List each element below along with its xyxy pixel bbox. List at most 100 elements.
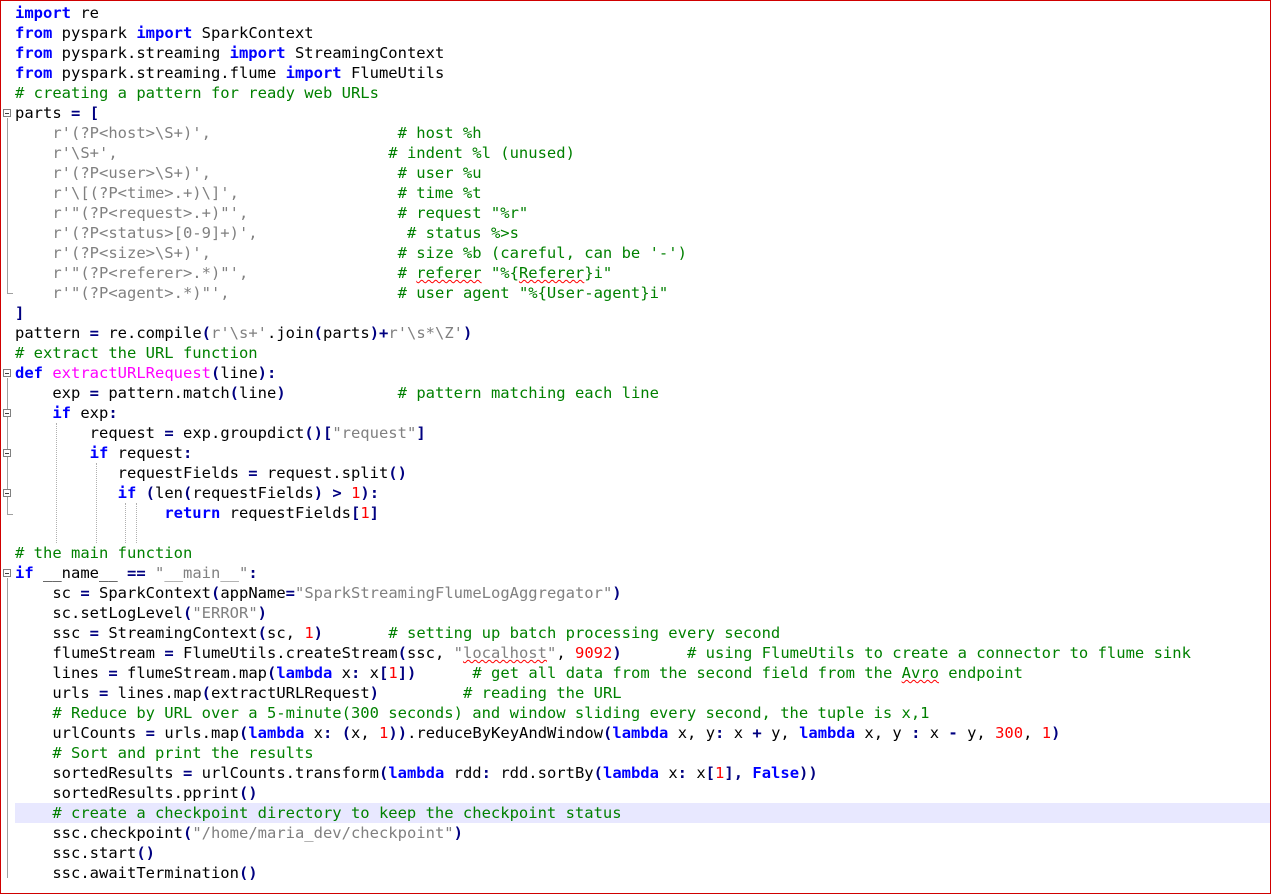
code-line[interactable]: from pyspark import SparkContext bbox=[15, 23, 1270, 43]
code-token: re bbox=[71, 4, 99, 22]
code-line[interactable]: return requestFields[1] bbox=[15, 503, 1270, 523]
fold-toggle-icon[interactable] bbox=[3, 449, 11, 457]
code-token: x bbox=[658, 764, 678, 782]
code-token: x bbox=[360, 664, 380, 682]
code-line[interactable]: r'\S+', # indent %l (unused) bbox=[15, 143, 1270, 163]
comment-token: # indent %l (unused) bbox=[388, 144, 575, 162]
code-token: .join bbox=[267, 324, 314, 342]
fold-toggle-icon[interactable] bbox=[3, 369, 11, 377]
operator-token: ) bbox=[453, 824, 463, 842]
code-line[interactable]: parts = [ bbox=[15, 103, 1270, 123]
misspelled-word: referer bbox=[416, 264, 482, 282]
operator-token: ) bbox=[276, 384, 286, 402]
code-token: requestFields bbox=[15, 464, 249, 482]
fold-toggle-icon[interactable] bbox=[3, 569, 11, 577]
code-line[interactable]: urls = lines.map(extractURLRequest) # re… bbox=[15, 683, 1270, 703]
code-token: requestFields bbox=[220, 504, 351, 522]
code-line[interactable]: r'(?P<host>\S+)', # host %h bbox=[15, 123, 1270, 143]
code-line[interactable]: sc = SparkContext(appName="SparkStreamin… bbox=[15, 583, 1270, 603]
code-line[interactable]: # extract the URL function bbox=[15, 343, 1270, 363]
code-line[interactable]: r'(?P<user>\S+)', # user %u bbox=[15, 163, 1270, 183]
comment-token: # create a checkpoint directory to keep … bbox=[52, 804, 622, 822]
code-line[interactable]: if request: bbox=[15, 443, 1270, 463]
code-line[interactable]: ] bbox=[15, 303, 1270, 323]
code-line[interactable]: # the main function bbox=[15, 543, 1270, 563]
code-line[interactable]: r'(?P<status>[0-9]+)', # status %>s bbox=[15, 223, 1270, 243]
operator-token: == bbox=[127, 564, 146, 582]
code-line[interactable]: ssc = StreamingContext(sc, 1) # setting … bbox=[15, 623, 1270, 643]
code-line[interactable]: r'"(?P<referer>.*)"', # referer "%{Refer… bbox=[15, 263, 1270, 283]
code-line[interactable]: sc.setLogLevel("ERROR") bbox=[15, 603, 1270, 623]
code-line[interactable]: request = exp.groupdict()["request"] bbox=[15, 423, 1270, 443]
code-line[interactable]: r'(?P<size>\S+)', # size %b (careful, ca… bbox=[15, 243, 1270, 263]
operator-token: : bbox=[677, 764, 687, 782]
fold-toggle-icon[interactable] bbox=[3, 109, 11, 117]
keyword-token: import bbox=[229, 44, 286, 62]
code-line[interactable]: if (len(requestFields) > 1): bbox=[15, 483, 1270, 503]
code-line[interactable]: # creating a pattern for ready web URLs bbox=[15, 83, 1270, 103]
code-token: y, bbox=[957, 724, 996, 742]
code-line[interactable]: # Reduce by URL over a 5-minute(300 seco… bbox=[15, 703, 1270, 723]
fold-end-marker bbox=[7, 514, 13, 515]
code-line[interactable] bbox=[15, 523, 1270, 543]
code-line[interactable]: if exp: bbox=[15, 403, 1270, 423]
operator-token: : bbox=[715, 724, 725, 742]
code-area[interactable]: import re from pyspark import SparkContex… bbox=[15, 3, 1270, 883]
code-token: requestFields bbox=[192, 484, 314, 502]
code-line[interactable]: requestFields = request.split() bbox=[15, 463, 1270, 483]
code-line[interactable]: lines = flumeStream.map(lambda x: x[1]) … bbox=[15, 663, 1270, 683]
code-editor[interactable]: import re from pyspark import SparkContex… bbox=[0, 0, 1271, 894]
comment-token: # status %>s bbox=[406, 224, 519, 242]
operator-token: ( bbox=[211, 584, 221, 602]
operator-token: = bbox=[285, 584, 296, 602]
code-line[interactable]: flumeStream = FlumeUtils.createStream(ss… bbox=[15, 643, 1270, 663]
string-token: "ERROR" bbox=[192, 604, 258, 622]
code-line[interactable]: from pyspark.streaming import StreamingC… bbox=[15, 43, 1270, 63]
string-token: r'(?P<size>\S+)', bbox=[52, 244, 211, 262]
code-line[interactable]: # create a checkpoint directory to keep … bbox=[15, 803, 1270, 823]
operator-token: ( bbox=[266, 664, 277, 682]
code-line[interactable]: # Sort and print the results bbox=[15, 743, 1270, 763]
operator-token: () bbox=[388, 464, 407, 482]
operator-token: ) bbox=[463, 324, 473, 342]
code-line[interactable]: ssc.start() bbox=[15, 843, 1270, 863]
keyword-token: lambda bbox=[276, 664, 333, 682]
operator-token: ( bbox=[593, 764, 603, 782]
string-token: r'(?P<user>\S+)', bbox=[52, 164, 211, 182]
string-token: r'(?P<status>[0-9]+)', bbox=[52, 224, 258, 242]
keyword-token: if bbox=[52, 404, 71, 422]
code-line[interactable]: ssc.checkpoint("/home/maria_dev/checkpoi… bbox=[15, 823, 1270, 843]
code-line[interactable]: exp = pattern.match(line) # pattern matc… bbox=[15, 383, 1270, 403]
fold-toggle-icon[interactable] bbox=[3, 489, 11, 497]
code-line[interactable]: r'\[(?P<time>.+)\]', # time %t bbox=[15, 183, 1270, 203]
code-line[interactable]: pattern = re.compile(r'\s+'.join(parts)+… bbox=[15, 323, 1270, 343]
code-line[interactable]: if __name__ == "__main__": bbox=[15, 563, 1270, 583]
operator-token: = bbox=[182, 764, 193, 782]
keyword-token: if bbox=[89, 444, 109, 462]
code-line[interactable]: import re bbox=[15, 3, 1270, 23]
code-line[interactable]: r'"(?P<agent>.*)"', # user agent "%{User… bbox=[15, 283, 1270, 303]
fold-toggle-icon[interactable] bbox=[3, 409, 11, 417]
string-token: r'\[(?P<time>.+)\]', bbox=[52, 184, 239, 202]
code-line[interactable]: r'"(?P<request>.+)"', # request "%r" bbox=[15, 203, 1270, 223]
code-line[interactable]: from pyspark.streaming.flume import Flum… bbox=[15, 63, 1270, 83]
code-line[interactable]: sortedResults.pprint() bbox=[15, 783, 1270, 803]
code-token: exp bbox=[15, 384, 90, 402]
code-line[interactable]: urlCounts = urls.map(lambda x: (x, 1)).r… bbox=[15, 723, 1270, 743]
code-line[interactable]: ssc.awaitTermination() bbox=[15, 863, 1270, 883]
operator-token: : bbox=[911, 724, 921, 742]
code-token: appName bbox=[220, 584, 286, 602]
code-line[interactable]: sortedResults = urlCounts.transform(lamb… bbox=[15, 763, 1270, 783]
function-name-token: extractURLRequest bbox=[52, 364, 211, 382]
code-line[interactable]: def extractURLRequest(line): bbox=[15, 363, 1270, 383]
operator-token: )+ bbox=[369, 324, 389, 342]
keyword-token: def bbox=[15, 364, 43, 382]
